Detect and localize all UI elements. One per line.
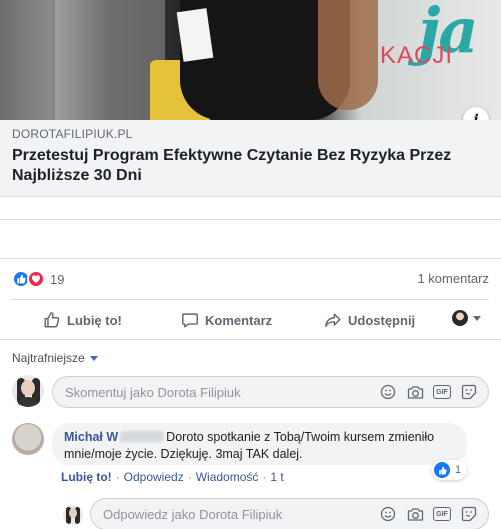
divider xyxy=(0,219,501,220)
link-card[interactable]: DOROTAFILIPIUK.PL Przetestuj Program Efe… xyxy=(0,120,501,197)
separator: · xyxy=(187,470,192,484)
love-reaction-icon xyxy=(27,270,45,288)
sticker-icon[interactable] xyxy=(460,505,478,523)
comment-input-placeholder[interactable]: Skomentuj jako Dorota Filipiuk xyxy=(65,385,379,400)
share-icon xyxy=(325,313,341,328)
comment-button-label: Komentarz xyxy=(205,312,273,328)
link-headline[interactable]: Przetestuj Program Efektywne Czytanie Be… xyxy=(12,146,489,186)
separator: · xyxy=(115,470,120,484)
reactions-summary[interactable]: 19 xyxy=(12,268,64,290)
image-hair xyxy=(318,0,378,110)
comment-like-link[interactable]: Lubię to! xyxy=(61,470,112,484)
avatar[interactable] xyxy=(63,505,83,525)
comment-sort-dropdown[interactable]: Najtrafniejsze xyxy=(12,351,98,365)
comment-author[interactable]: Michał W xyxy=(64,430,118,444)
camera-icon[interactable] xyxy=(406,505,424,523)
comment-reply-link[interactable]: Odpowiedz xyxy=(124,470,184,484)
like-button[interactable]: Lubię to! xyxy=(43,308,122,332)
chevron-down-icon xyxy=(473,315,481,321)
link-domain: DOROTAFILIPIUK.PL xyxy=(12,127,133,141)
gif-icon[interactable]: GIF xyxy=(433,383,451,401)
comment-message-link[interactable]: Wiadomość xyxy=(196,470,259,484)
sticker-icon[interactable] xyxy=(460,383,478,401)
separator: · xyxy=(262,470,267,484)
divider xyxy=(0,258,501,259)
divider xyxy=(0,339,501,340)
gif-icon[interactable]: GIF xyxy=(433,505,451,523)
share-button-label: Udostępnij xyxy=(348,312,416,328)
emoji-icon[interactable] xyxy=(379,383,397,401)
like-button-label: Lubię to! xyxy=(67,312,122,328)
reply-input-placeholder[interactable]: Odpowiedz jako Dorota Filipiuk xyxy=(103,507,379,522)
emoji-icon[interactable] xyxy=(379,505,397,523)
comment-bubble: Michał W Doroto spotkanie z Tobą/Twoim ku… xyxy=(52,423,467,465)
redacted-name xyxy=(120,431,165,442)
comment-timestamp[interactable]: 1 t xyxy=(270,470,283,484)
sort-label: Najtrafniejsze xyxy=(12,351,85,365)
post-as-page-selector[interactable] xyxy=(452,310,481,326)
comment-actions: Lubię to! · Odpowiedz · Wiadomość · 1 t xyxy=(61,470,284,484)
comment-count-link[interactable]: 1 komentarz xyxy=(417,271,489,286)
thumbs-up-icon xyxy=(44,312,60,328)
comment-icon xyxy=(182,313,198,328)
image-brand-text-small: KACJI xyxy=(380,42,454,69)
link-preview-image[interactable]: ja KACJI xyxy=(0,0,501,120)
camera-icon[interactable] xyxy=(406,383,424,401)
comment-composer[interactable]: Skomentuj jako Dorota Filipiuk GIF xyxy=(52,376,489,408)
commenter-avatar[interactable] xyxy=(12,423,44,455)
reply-composer[interactable]: Odpowiedz jako Dorota Filipiuk GIF xyxy=(90,498,489,529)
divider xyxy=(12,299,489,300)
comment-like-count: 1 xyxy=(455,464,462,476)
like-reaction-icon xyxy=(434,462,450,478)
chevron-down-icon xyxy=(89,355,98,361)
comment-reactions-badge[interactable]: 1 xyxy=(432,460,468,480)
image-background-person xyxy=(55,0,165,120)
comment-button[interactable]: Komentarz xyxy=(181,308,272,332)
share-button[interactable]: Udostępnij xyxy=(324,308,415,332)
page-avatar xyxy=(452,310,468,326)
avatar[interactable] xyxy=(12,375,44,407)
reaction-count[interactable]: 19 xyxy=(50,272,64,287)
